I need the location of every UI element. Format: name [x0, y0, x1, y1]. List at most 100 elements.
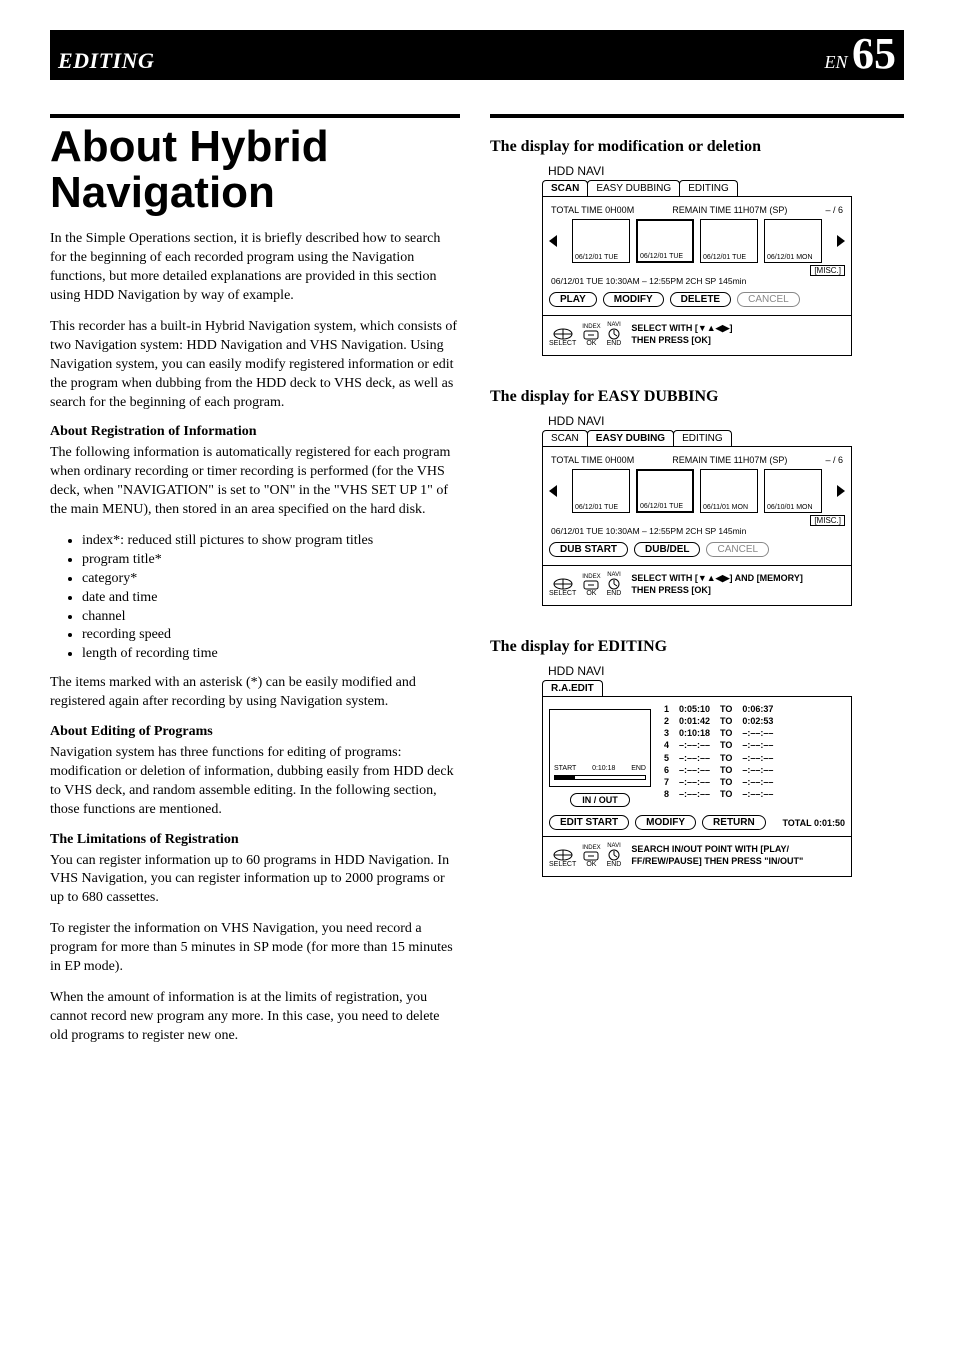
modify-button[interactable]: MODIFY: [603, 292, 664, 307]
cancel-button: CANCEL: [706, 542, 769, 557]
start-label: START: [554, 765, 576, 772]
osd-easy-dubbing: HDD NAVI SCANEASY DUBINGEDITING TOTAL TI…: [542, 414, 852, 606]
misc-badge[interactable]: [MISC.]: [810, 265, 845, 276]
edit-list: 10:05:10TO0:06:3720:01:42TO0:02:5330:10:…: [659, 703, 778, 807]
help-icons: SELECT INDEX OK NAVI END: [549, 322, 621, 347]
edit-row: 20:01:42TO0:02:53: [659, 715, 778, 727]
help-text: SELECT WITH [▼▲◀▶] AND [MEMORY]THEN PRES…: [631, 573, 802, 596]
osd-modify-delete: HDD NAVI SCANEASY DUBBINGEDITING TOTAL T…: [542, 164, 852, 356]
intro-paragraph-1: In the Simple Operations section, it is …: [50, 230, 460, 306]
limitations-paragraph-1: You can register information up to 60 pr…: [50, 852, 460, 909]
edit start-button[interactable]: EDIT START: [549, 815, 629, 830]
section-name: EDITING: [58, 48, 154, 74]
thumbs-row: 06/12/01 TUE06/12/01 TUE06/11/01 MON06/1…: [549, 469, 845, 513]
thumbnail[interactable]: 06/10/01 MON: [764, 469, 822, 513]
section-title-easydub: The display for EASY DUBBING: [490, 388, 904, 406]
dub -tart-button[interactable]: DUB START: [549, 542, 628, 557]
preview-time: 0:10:18: [592, 765, 615, 772]
editing-paragraph: Navigation system has three functions fo…: [50, 744, 460, 820]
help-row: SELECT INDEX OK NAVI END SEARCH IN/OUT P…: [549, 843, 845, 868]
info-line: TOTAL TIME 0H00M REMAIN TIME 11H07M (SP)…: [551, 205, 843, 215]
list-item: channel: [82, 608, 460, 627]
thumbnail[interactable]: 06/12/01 TUE: [700, 219, 758, 263]
tab-ra-edit[interactable]: R.A.EDIT: [542, 680, 603, 696]
page-number-wrap: EN 65: [824, 32, 896, 76]
edit-row: 10:05:10TO0:06:37: [659, 703, 778, 715]
osd-tabs: R.A.EDIT: [542, 680, 852, 696]
help-icons: SELECT INDEX OK NAVI END: [549, 572, 621, 597]
osd-tabs: SCANEASY DUBINGEDITING: [542, 430, 852, 446]
thumbnail[interactable]: 06/12/01 TUE: [636, 469, 694, 513]
intro-paragraph-2: This recorder has a built-in Hybrid Navi…: [50, 318, 460, 412]
heading-limitations: The Limitations of Registration: [50, 832, 460, 848]
play-button[interactable]: PLAY: [549, 292, 597, 307]
arrow-left-icon[interactable]: [549, 235, 557, 247]
heading-editing: About Editing of Programs: [50, 724, 460, 740]
arrow-right-icon[interactable]: [837, 235, 845, 247]
dub-del-button[interactable]: DUB/DEL: [634, 542, 700, 557]
modify-button[interactable]: MODIFY: [635, 815, 696, 830]
list-item: index*: reduced still pictures to show p…: [82, 532, 460, 551]
delete-button[interactable]: DELETE: [670, 292, 731, 307]
arrow-right-icon[interactable]: [837, 485, 845, 497]
misc-badge[interactable]: [MISC.]: [810, 515, 845, 526]
help-row: SELECT INDEX OK NAVI END SELECT WITH [▼▲…: [549, 322, 845, 347]
osd-divider: [543, 565, 851, 566]
preview-frame: START 0:10:18 END: [549, 709, 651, 787]
tab-scan[interactable]: SCAN: [542, 180, 588, 196]
thumbnail[interactable]: 06/12/01 TUE: [572, 219, 630, 263]
list-item: program title*: [82, 551, 460, 570]
program-detail: 06/12/01 TUE 10:30AM – 12:55PM 2CH SP 14…: [551, 276, 843, 286]
osd-editing: HDD NAVI R.A.EDIT START 0:10:18 END IN /…: [542, 664, 852, 877]
thumbnail[interactable]: 06/11/01 MON: [700, 469, 758, 513]
right-top-divider: [490, 114, 904, 118]
end-icon: NAVI END: [607, 322, 622, 347]
edit-row: 5–:––:––TO–:––:––: [659, 752, 778, 764]
select-icon: SELECT: [549, 849, 576, 868]
header-bar: EDITING EN 65: [50, 30, 904, 80]
osd-divider: [543, 836, 851, 837]
edit-row: 4–:––:––TO–:––:––: [659, 739, 778, 751]
lang-label: EN: [824, 52, 847, 72]
page-title: About Hybrid Navigation: [50, 124, 460, 216]
arrow-left-icon[interactable]: [549, 485, 557, 497]
registration-paragraph: The following information is automatical…: [50, 444, 460, 520]
select-icon: SELECT: [549, 328, 576, 347]
edit-row: 7–:––:––TO–:––:––: [659, 776, 778, 788]
limitations-paragraph-3: When the amount of information is at the…: [50, 989, 460, 1046]
edit-row: 30:10:18TO–:––:––: [659, 727, 778, 739]
remain-time: REMAIN TIME 11H07M (SP): [672, 205, 787, 215]
program-detail: 06/12/01 TUE 10:30AM – 12:55PM 2CH SP 14…: [551, 526, 843, 536]
tab-easy dubing[interactable]: EASY DUBING: [587, 430, 674, 446]
tab-easy dubbing[interactable]: EASY DUBBING: [587, 180, 680, 196]
total-time-label: TOTAL 0:01:50: [782, 818, 845, 828]
cancel-button: CANCEL: [737, 292, 800, 307]
ok-icon: INDEX OK: [582, 574, 600, 597]
end-icon: NAVI END: [607, 843, 622, 868]
thumbnail[interactable]: 06/12/01 MON: [764, 219, 822, 263]
edit-row: 8–:––:––TO–:––:––: [659, 788, 778, 800]
help-text: SEARCH IN/OUT POINT WITH [PLAY/FF/REW/PA…: [631, 844, 803, 867]
raedit-body: START 0:10:18 END IN / OUT 10:05:10TO0:0…: [549, 703, 845, 807]
registration-list: index*: reduced still pictures to show p…: [50, 532, 460, 664]
thumbnails: 06/12/01 TUE06/12/01 TUE06/12/01 TUE06/1…: [572, 219, 822, 263]
tab-scan[interactable]: SCAN: [542, 430, 588, 446]
button-row: PLAY MODIFY DELETE CANCEL: [549, 292, 845, 307]
left-column: About Hybrid Navigation In the Simple Op…: [50, 100, 460, 1058]
count: – / 6: [825, 205, 843, 215]
thumbs-row: 06/12/01 TUE06/12/01 TUE06/12/01 TUE06/1…: [549, 219, 845, 263]
osd-tabs: SCANEASY DUBBINGEDITING: [542, 180, 852, 196]
preview-column: START 0:10:18 END IN / OUT: [549, 703, 651, 807]
thumbnail[interactable]: 06/12/01 TUE: [572, 469, 630, 513]
asterisk-note: The items marked with an asterisk (*) ca…: [50, 674, 460, 712]
in-out-button[interactable]: IN / OUT: [570, 793, 630, 807]
button-row: DUB START DUB/DEL CANCEL: [549, 542, 845, 557]
return-button[interactable]: RETURN: [702, 815, 766, 830]
thumbnail[interactable]: 06/12/01 TUE: [636, 219, 694, 263]
osd-title: HDD NAVI: [548, 664, 852, 678]
tab-editing[interactable]: EDITING: [679, 180, 738, 196]
section-title-modify: The display for modification or deletion: [490, 138, 904, 156]
remain-time: REMAIN TIME 11H07M (SP): [672, 455, 787, 465]
tab-editing[interactable]: EDITING: [673, 430, 732, 446]
help-row: SELECT INDEX OK NAVI END SELECT WITH [▼▲…: [549, 572, 845, 597]
